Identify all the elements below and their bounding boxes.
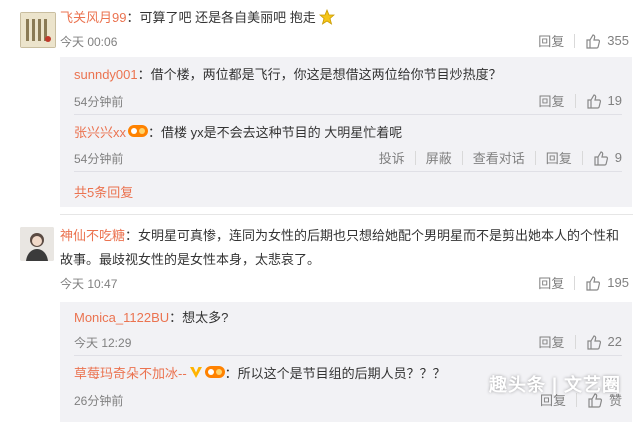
avatar-image-icon	[20, 227, 54, 261]
more-replies-link[interactable]: 共5条回复	[74, 182, 133, 201]
thumbs-up-icon	[586, 334, 602, 350]
comment-username[interactable]: 飞关风月99	[60, 10, 126, 25]
comment-actions: 回复 355	[538, 31, 629, 50]
comment-item: 飞关风月99：可算了吧 还是各自美丽吧 抱走 今天 00:06 回复 355 s…	[0, 0, 641, 207]
divider	[574, 93, 576, 108]
reply-username[interactable]: Monica_1122BU	[74, 310, 169, 325]
reply-actions: 投诉 屏蔽 查看对话 回复 9	[379, 148, 622, 167]
avatar-image-icon	[21, 13, 55, 47]
like-button[interactable]: 355	[585, 33, 629, 49]
reply-time: 26分钟前	[74, 394, 124, 408]
like-count: 22	[607, 334, 622, 349]
reply-item: sunndy001：借个楼，两位都是飞行，你这是想借这两位给你节目炒热度？	[74, 65, 622, 85]
reply-list: sunndy001：借个楼，两位都是飞行，你这是想借这两位给你节目炒热度？ 54…	[60, 57, 632, 207]
like-button[interactable]: 22	[586, 334, 622, 350]
reply-username[interactable]: 草莓玛奇朵不加冰--	[74, 366, 187, 381]
thumbs-up-icon	[585, 33, 601, 49]
reply-actions: 回复 22	[539, 332, 622, 351]
reply-text: ：借楼 yx是不会去这种节目的 大明星忙着呢	[148, 125, 403, 140]
reply-item: 张兴兴xx ：借楼 yx是不会去这种节目的 大明星忙着呢	[74, 123, 622, 144]
comment-text: ：可算了吧 还是各自美丽吧 抱走	[126, 10, 316, 25]
comment-time: 今天 10:47	[60, 277, 118, 291]
vip-badge-icon	[204, 365, 225, 385]
reply-button[interactable]: 回复	[538, 273, 564, 292]
like-button[interactable]: 195	[585, 275, 629, 291]
reply-actions: 回复 19	[539, 91, 622, 110]
divider	[534, 150, 536, 165]
vip-badge-icon	[128, 124, 149, 144]
reply-time: 54分钟前	[74, 152, 124, 166]
reply-text: ：所以这个是节目组的后期人员？？？	[224, 366, 446, 381]
avatar[interactable]	[20, 227, 54, 261]
divider	[74, 355, 622, 356]
reply-username[interactable]: 张兴兴xx	[74, 125, 126, 140]
block-button[interactable]: 屏蔽	[426, 148, 452, 167]
divider	[581, 150, 583, 165]
divider	[414, 150, 416, 165]
reply-button[interactable]: 回复	[546, 148, 572, 167]
comment-text: ：女明星可真惨，连同为女性的后期也只想给她配个男明星而不是剪出她本人的个性和故事…	[60, 228, 620, 267]
reply-text: ：想太多?	[169, 310, 229, 325]
thumbs-up-icon	[586, 93, 602, 109]
like-count: 9	[614, 150, 622, 165]
reply-list: Monica_1122BU：想太多? 今天 12:29 回复 22 草莓玛奇朵不…	[60, 302, 632, 422]
comment-actions: 回复 195	[538, 273, 629, 292]
reply-button[interactable]: 回复	[539, 332, 565, 351]
star-icon	[318, 8, 335, 33]
divider	[74, 114, 622, 115]
divider	[574, 275, 576, 290]
like-button[interactable]: 19	[586, 93, 622, 109]
verified-v-icon	[189, 365, 203, 385]
view-thread-button[interactable]: 查看对话	[473, 148, 525, 167]
reply-username[interactable]: sunndy001	[74, 67, 138, 82]
like-count: 195	[607, 275, 629, 290]
comment-time: 今天 00:06	[60, 35, 118, 49]
reply-time: 今天 12:29	[74, 336, 132, 350]
divider	[574, 334, 576, 349]
thumbs-up-icon	[593, 150, 609, 166]
reply-text: ：借个楼，两位都是飞行，你这是想借这两位给你节目炒热度？	[137, 67, 502, 82]
comment-username[interactable]: 神仙不吃糖	[60, 228, 125, 243]
avatar[interactable]	[20, 12, 56, 48]
watermark-logo: 趣头条 | 文艺圈	[488, 375, 621, 395]
divider	[74, 171, 622, 172]
comment-body: 神仙不吃糖：女明星可真惨，连同为女性的后期也只想给她配个男明星而不是剪出她本人的…	[60, 224, 630, 272]
thumbs-up-icon	[585, 275, 601, 291]
reply-button[interactable]: 回复	[539, 91, 565, 110]
reply-button[interactable]: 回复	[538, 31, 564, 50]
divider	[574, 33, 576, 48]
like-count: 355	[607, 33, 629, 48]
comment-body: 飞关风月99：可算了吧 还是各自美丽吧 抱走	[60, 6, 630, 33]
divider	[461, 150, 463, 165]
like-count: 19	[607, 93, 622, 108]
like-button[interactable]: 9	[593, 150, 622, 166]
report-button[interactable]: 投诉	[379, 148, 405, 167]
reply-time: 54分钟前	[74, 95, 124, 109]
reply-item: Monica_1122BU：想太多?	[74, 308, 622, 328]
